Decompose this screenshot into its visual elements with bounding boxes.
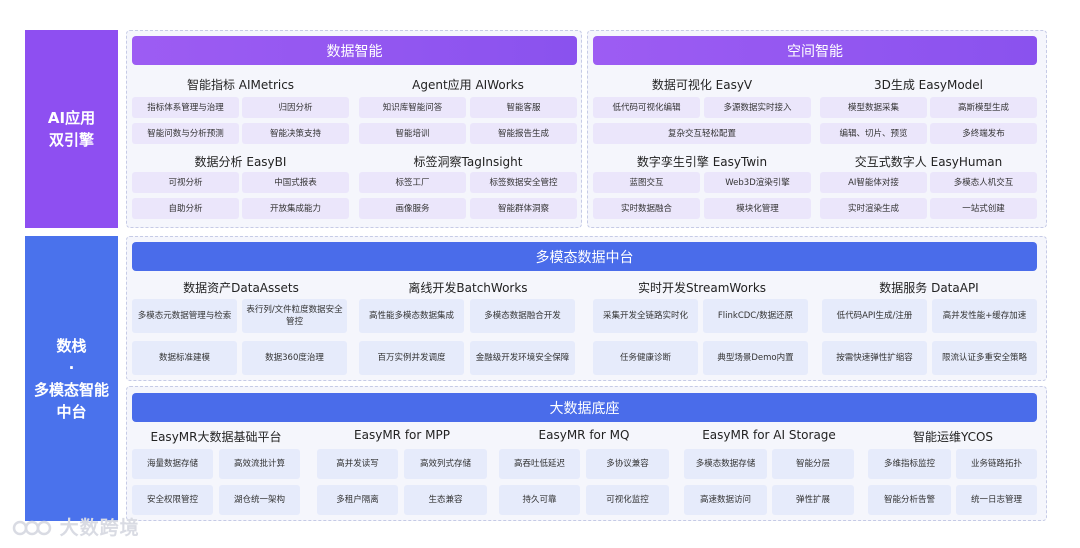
- feature-cell: 低代码可视化编辑: [593, 97, 700, 118]
- side-line: ·: [68, 358, 75, 377]
- group-title: 数据可视化 EasyV: [651, 78, 753, 92]
- watermark: 大数跨境: [12, 513, 140, 540]
- feature-cell: 智能培训: [359, 123, 466, 144]
- feature-cell: 智能分层: [772, 449, 854, 479]
- feature-cell: 弹性扩展: [772, 485, 854, 515]
- feature-cell: 高并发读写: [317, 449, 398, 479]
- feature-cell: 持久可靠: [499, 485, 580, 515]
- side-line: 双引擎: [48, 131, 94, 149]
- feature-cell: FlinkCDC/数据还原: [703, 299, 808, 333]
- side-line: 中台: [56, 402, 87, 421]
- feature-cell: 自助分析: [132, 198, 239, 219]
- feature-cell: 一站式创建: [930, 198, 1037, 219]
- group-title: 智能指标 AIMetrics: [186, 78, 295, 92]
- feature-cell: 多模态数据融合开发: [470, 299, 575, 333]
- side-line: AI应用: [47, 109, 96, 127]
- feature-cell: 多租户隔离: [317, 485, 398, 515]
- group-title: EasyMR for MQ: [538, 428, 630, 442]
- feature-cell: 多模态人机交互: [930, 172, 1037, 193]
- ai-engine-label: AI应用 双引擎: [25, 30, 118, 228]
- feature-cell: 表行列/文件粒度数据安全管控: [242, 299, 347, 333]
- group-title: 数据分析 EasyBI: [194, 155, 287, 169]
- feature-cell: 多维指标监控: [868, 449, 951, 479]
- side-line: 数栈: [56, 336, 87, 355]
- feature-cell: 高效流批计算: [219, 449, 300, 479]
- feature-cell: 编辑、切片、预览: [820, 123, 927, 144]
- feature-cell: 低代码API生成/注册: [822, 299, 927, 333]
- group-title: EasyMR for AI Storage: [702, 428, 836, 442]
- feature-cell: 模块化管理: [704, 198, 811, 219]
- feature-cell: 高斯模型生成: [930, 97, 1037, 118]
- feature-cell: 任务健康诊断: [593, 341, 698, 375]
- feature-cell: 多模态数据存储: [684, 449, 767, 479]
- feature-cell: 开放集成能力: [242, 198, 349, 219]
- feature-cell: 典型场景Demo内置: [703, 341, 808, 375]
- group-title: 数字孪生引擎 EasyTwin: [636, 155, 768, 169]
- group-title: 智能运维YCOS: [912, 430, 994, 444]
- feature-cell: 限流认证多重安全策略: [932, 341, 1037, 375]
- feature-cell: AI智能体对接: [820, 172, 927, 193]
- feature-cell: Web3D渲染引擎: [704, 172, 811, 193]
- feature-cell: 高速数据访问: [684, 485, 767, 515]
- group-title: 实时开发StreamWorks: [637, 281, 767, 295]
- feature-cell: 金融级开发环境安全保障: [470, 341, 575, 375]
- watermark-logo-icon: [12, 520, 52, 536]
- feature-cell: 智能分析告警: [868, 485, 951, 515]
- feature-cell: 知识库智能问答: [359, 97, 466, 118]
- feature-cell: 实时数据融合: [593, 198, 700, 219]
- feature-cell: 高并发性能+缓存加速: [932, 299, 1037, 333]
- feature-cell: 复杂交互轻松配置: [593, 123, 811, 144]
- feature-cell: 生态兼容: [404, 485, 487, 515]
- feature-cell: 实时渲染生成: [820, 198, 927, 219]
- feature-cell: 数据标准建模: [132, 341, 237, 375]
- feature-cell: 数据360度治理: [242, 341, 347, 375]
- feature-cell: 业务链路拓扑: [956, 449, 1037, 479]
- feature-cell: 湖仓统一架构: [219, 485, 300, 515]
- feature-cell: 智能决策支持: [242, 123, 349, 144]
- feature-cell: 智能客服: [470, 97, 577, 118]
- group-title: 标签洞察TagInsight: [413, 155, 523, 169]
- feature-cell: 统一日志管理: [956, 485, 1037, 515]
- data-intelligence-header: 数据智能: [132, 36, 577, 65]
- spatial-intelligence-header: 空间智能: [593, 36, 1037, 65]
- feature-cell: 按需快速弹性扩缩容: [822, 341, 927, 375]
- group-title: EasyMR for MPP: [354, 428, 450, 442]
- feature-cell: 智能问数与分析预测: [132, 123, 239, 144]
- group-title: EasyMR大数据基础平台: [150, 430, 282, 444]
- feature-cell: 高效列式存储: [404, 449, 487, 479]
- feature-cell: 高吞吐低延迟: [499, 449, 580, 479]
- feature-cell: 多源数据实时接入: [704, 97, 811, 118]
- group-title: 数据资产DataAssets: [183, 281, 299, 295]
- feature-cell: 中国式报表: [242, 172, 349, 193]
- feature-cell: 归因分析: [242, 97, 349, 118]
- feature-cell: 指标体系管理与治理: [132, 97, 239, 118]
- side-line: 多模态智能: [33, 380, 109, 399]
- feature-cell: 海量数据存储: [132, 449, 213, 479]
- feature-cell: 多模态元数据管理与检索: [132, 299, 237, 333]
- data-middle-platform-header: 多模态数据中台: [132, 242, 1037, 271]
- data-stack-label: 数栈 · 多模态智能 中台: [25, 236, 118, 521]
- feature-cell: 画像服务: [359, 198, 466, 219]
- feature-cell: 标签工厂: [359, 172, 466, 193]
- feature-cell: 蓝图交互: [593, 172, 700, 193]
- feature-cell: 智能群体洞察: [470, 198, 577, 219]
- group-title: 3D生成 EasyModel: [873, 78, 983, 92]
- feature-cell: 多终端发布: [930, 123, 1037, 144]
- watermark-text: 大数跨境: [59, 517, 140, 539]
- group-title: 交互式数字人 EasyHuman: [854, 155, 1003, 169]
- feature-cell: 安全权限管控: [132, 485, 213, 515]
- big-data-base-header: 大数据底座: [132, 393, 1037, 422]
- feature-cell: 多协议兼容: [586, 449, 669, 479]
- group-title: Agent应用 AIWorks: [412, 78, 524, 92]
- feature-cell: 百万实例并发调度: [359, 341, 464, 375]
- feature-cell: 可视分析: [132, 172, 239, 193]
- group-title: 数据服务 DataAPI: [879, 281, 979, 295]
- feature-cell: 采集开发全链路实时化: [593, 299, 698, 333]
- feature-cell: 高性能多模态数据集成: [359, 299, 464, 333]
- feature-cell: 标签数据安全管控: [470, 172, 577, 193]
- feature-cell: 可视化监控: [586, 485, 669, 515]
- feature-cell: 模型数据采集: [820, 97, 927, 118]
- feature-cell: 智能报告生成: [470, 123, 577, 144]
- group-title: 离线开发BatchWorks: [408, 281, 528, 295]
